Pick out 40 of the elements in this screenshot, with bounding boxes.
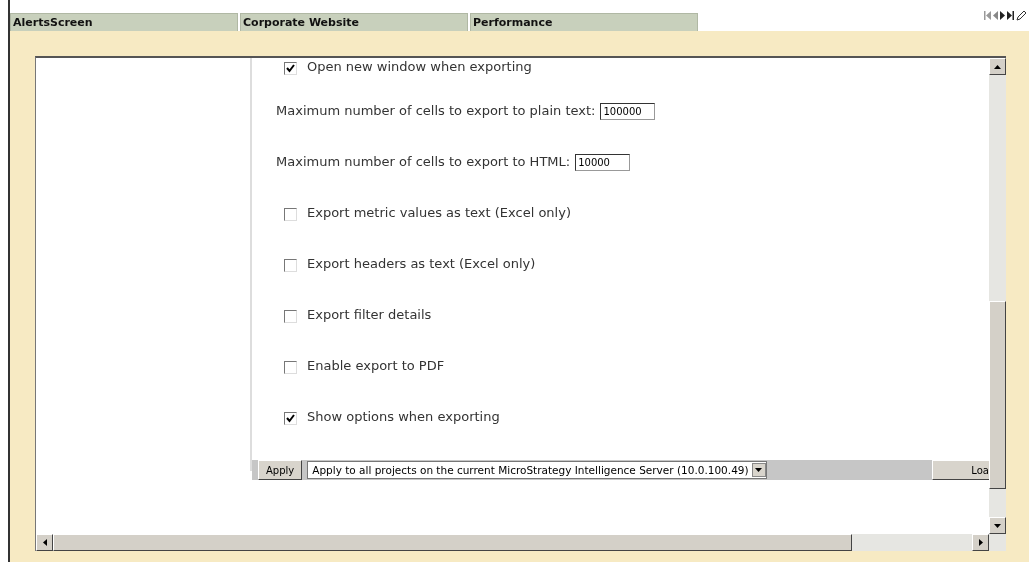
right-arrow-icon <box>978 539 983 546</box>
checkbox[interactable] <box>284 259 297 272</box>
scroll-down-button[interactable] <box>989 517 1006 534</box>
scroll-thumb[interactable] <box>53 534 852 551</box>
caret-icon <box>755 468 763 472</box>
scroll-up-button[interactable] <box>989 58 1006 75</box>
next-page-icon[interactable] <box>1000 11 1005 20</box>
scroll-thumb[interactable] <box>989 301 1006 489</box>
down-arrow-icon <box>994 523 1001 528</box>
checkbox[interactable] <box>284 412 297 425</box>
apply-button[interactable]: Apply <box>258 460 303 480</box>
load-button[interactable]: Loa <box>932 460 989 480</box>
option-label: Export headers as text (Excel only) <box>307 256 536 271</box>
checkbox[interactable] <box>284 361 297 374</box>
number-field[interactable]: 100000 <box>600 103 656 120</box>
pencil-icon[interactable] <box>1016 10 1027 21</box>
scroll-right-button[interactable] <box>972 534 989 551</box>
last-page-icon[interactable] <box>1007 11 1014 20</box>
vertical-scrollbar[interactable] <box>989 58 1006 534</box>
option-label: Show options when exporting <box>307 409 500 424</box>
up-arrow-icon <box>994 64 1001 69</box>
option-label: Enable export to PDF <box>307 358 445 373</box>
tab[interactable]: AlertsScreen <box>10 13 238 31</box>
left-arrow-icon <box>42 539 47 546</box>
tab[interactable]: Corporate Website <box>240 13 468 31</box>
first-page-icon[interactable] <box>984 11 991 20</box>
option-label: Export metric values as text (Excel only) <box>307 205 571 220</box>
checkbox[interactable] <box>284 310 297 323</box>
scope-dropdown[interactable]: Apply to all projects on the current MicroStrategy Intelligence Server (10.0.100.49) <box>307 461 767 479</box>
option-label: Maximum number of cells to export to HTML: <box>276 154 571 169</box>
scroll-left-button[interactable] <box>36 534 53 551</box>
option-label: Export filter details <box>307 307 432 322</box>
option-label: Maximum number of cells to export to plain text: <box>276 103 596 118</box>
horizontal-scrollbar[interactable] <box>36 534 989 551</box>
option-label: Open new window when exporting <box>307 59 532 74</box>
checkbox[interactable] <box>284 208 297 221</box>
checkbox[interactable] <box>284 62 297 75</box>
number-field[interactable]: 10000 <box>575 154 631 171</box>
tab[interactable]: Performance <box>470 13 698 31</box>
scrollbar-corner <box>989 534 1006 551</box>
